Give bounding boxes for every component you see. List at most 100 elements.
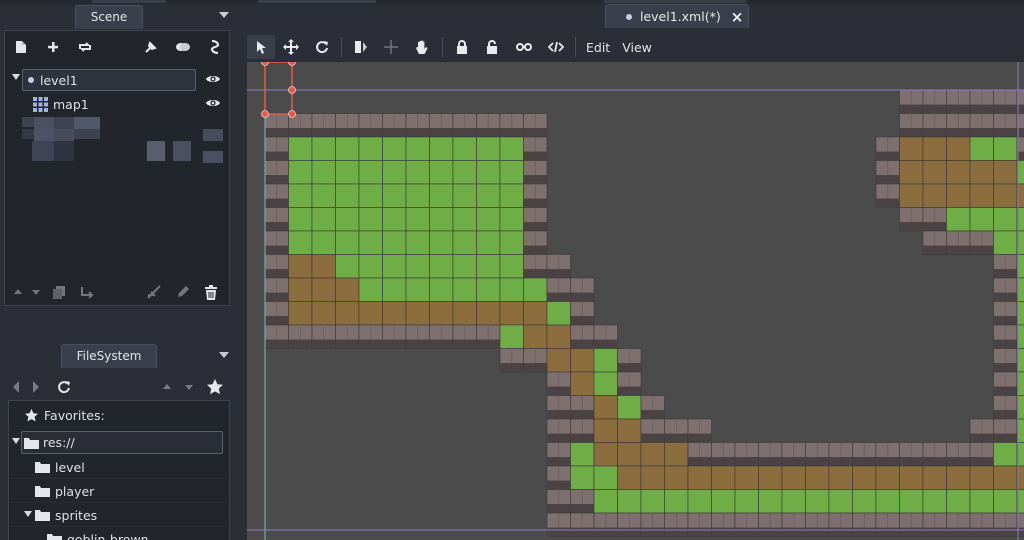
favorite-star-icon[interactable]	[200, 377, 230, 397]
scene-tree-panel: level1 map1	[4, 30, 230, 306]
tab-filesystem[interactable]: FileSystem	[61, 344, 157, 368]
delete-icon[interactable]	[197, 282, 225, 302]
reparent-icon[interactable]	[73, 282, 101, 302]
ungroup-icon[interactable]	[541, 35, 571, 59]
add-node-icon[interactable]	[42, 37, 64, 57]
move-icon[interactable]	[275, 35, 307, 59]
dirt-tile	[922, 160, 947, 185]
fs-item-sprites[interactable]: sprites	[9, 504, 229, 527]
forward-icon[interactable]	[26, 377, 46, 397]
grass-tile	[452, 277, 477, 302]
dirt-tile	[593, 418, 618, 443]
fs-item-goblin-brown[interactable]: goblin-brown	[9, 528, 229, 540]
grass-tile	[875, 489, 900, 514]
stone-tile-shadow	[523, 363, 547, 372]
select-icon[interactable]	[247, 35, 275, 59]
left-dock: Scene level1 map1 FileSystem Favorites: …	[0, 4, 240, 540]
stone-tile-shadow	[359, 339, 383, 349]
fs-item-res[interactable]: res://	[21, 431, 223, 454]
stone-tile-shadow	[641, 527, 665, 537]
selection-handle[interactable]	[288, 110, 296, 118]
tab-scene[interactable]: Scene	[75, 5, 143, 29]
pivot-disabled-icon[interactable]	[376, 35, 406, 59]
grass-tile	[311, 207, 336, 232]
grass-tile	[993, 136, 1018, 161]
replace-node-icon[interactable]	[74, 37, 96, 57]
move-up-icon[interactable]	[156, 377, 178, 397]
stone-tile-shadow	[970, 433, 994, 443]
stone-tile-shadow	[946, 245, 970, 255]
grass-tile	[429, 183, 454, 208]
tilemap-canvas[interactable]	[247, 62, 1024, 540]
new-scene-icon[interactable]	[10, 37, 32, 57]
fs-label: res://	[43, 435, 75, 450]
stone-tile-shadow	[265, 316, 289, 325]
grass-tile	[405, 207, 430, 232]
res-expand-icon[interactable]	[12, 438, 20, 444]
grass-tile	[946, 489, 971, 514]
filesystem-dock-menu-icon[interactable]	[219, 352, 229, 358]
pivot-icon[interactable]	[346, 35, 376, 59]
grass-tile	[452, 183, 477, 208]
canvas-viewport[interactable]	[247, 62, 1024, 540]
grass-tile	[617, 395, 642, 420]
view-menu[interactable]: View	[616, 35, 658, 59]
edit-icon[interactable]	[169, 282, 197, 302]
stone-tile-shadow	[312, 128, 336, 137]
group-icon[interactable]	[507, 35, 541, 59]
merge-icon[interactable]	[141, 282, 169, 302]
rotate-icon[interactable]	[307, 35, 337, 59]
grass-tile	[429, 136, 454, 161]
duplicate-icon[interactable]	[45, 282, 73, 302]
selection-handle[interactable]	[288, 86, 296, 94]
grass-tile	[852, 489, 877, 514]
dirt-tile	[523, 324, 548, 349]
unlock-icon[interactable]	[477, 35, 507, 59]
script-icon[interactable]	[204, 37, 226, 57]
grass-tile	[617, 489, 642, 514]
move-down-icon[interactable]	[178, 377, 200, 397]
groups-icon[interactable]	[172, 37, 194, 57]
fs-item-level[interactable]: level	[9, 456, 229, 479]
grass-tile	[288, 183, 313, 208]
stone-tile-shadow	[923, 128, 947, 137]
move-down-icon[interactable]	[27, 282, 45, 302]
fs-item-player[interactable]: player	[9, 480, 229, 503]
move-up-icon[interactable]	[9, 282, 27, 302]
edit-menu[interactable]: Edit	[580, 35, 616, 59]
instance-icon[interactable]	[140, 37, 162, 57]
refresh-icon[interactable]	[46, 377, 82, 397]
fs-item-favorites[interactable]: Favorites:	[9, 404, 229, 427]
level1-expand-icon[interactable]	[12, 74, 20, 80]
stone-tile-shadow	[970, 527, 994, 537]
tree-node-map1[interactable]: map1	[33, 93, 193, 115]
stone-tile-shadow	[923, 245, 947, 255]
scene-bottom-toolbar	[9, 282, 225, 302]
grass-tile	[499, 136, 524, 161]
close-tab-icon[interactable]: ×	[731, 8, 744, 26]
stone-tile-shadow	[265, 292, 289, 302]
dirt-tile	[946, 136, 971, 161]
grass-tile	[358, 277, 383, 302]
grass-tile	[734, 489, 759, 514]
stone-tile-shadow	[547, 386, 571, 396]
stone-tile-shadow	[899, 128, 923, 137]
folder-icon	[35, 509, 50, 521]
lock-icon[interactable]	[447, 35, 477, 59]
stone-tile-shadow	[711, 457, 735, 466]
stone-tile-shadow	[876, 151, 900, 161]
tab-level1-xml[interactable]: level1.xml(*) ×	[605, 4, 749, 28]
dirt-tile	[382, 301, 407, 326]
stone-tile-shadow	[993, 410, 1017, 419]
pan-hand-icon[interactable]	[406, 35, 438, 59]
tree-node-level1[interactable]: level1	[22, 69, 196, 91]
stone-tile-shadow	[711, 527, 735, 537]
grass-tile	[476, 160, 501, 185]
scene-dock-menu-icon[interactable]	[219, 12, 229, 18]
stone-tile-shadow	[288, 128, 312, 137]
visibility-eye-icon[interactable]	[205, 73, 221, 88]
back-icon[interactable]	[6, 377, 26, 397]
selection-handle[interactable]	[261, 110, 269, 118]
visibility-eye-icon[interactable]	[205, 97, 221, 112]
grass-tile	[993, 207, 1018, 232]
